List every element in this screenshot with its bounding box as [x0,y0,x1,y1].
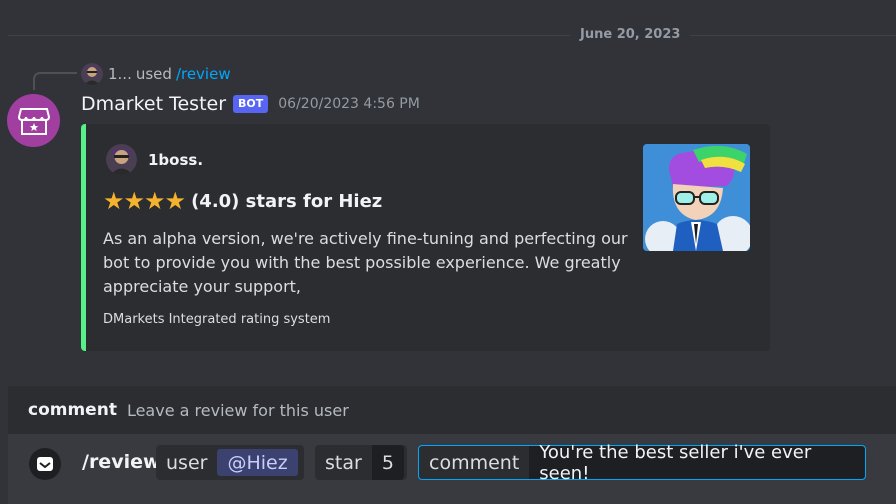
reply-used-text: used [135,65,172,83]
option-star-label: star [325,451,362,474]
star-icon: ★ [103,187,125,215]
option-comment-label: comment [429,451,520,474]
embed-author-name[interactable]: 1boss. [148,151,203,169]
date-divider-label: June 20, 2023 [570,27,691,42]
option-user-label: user [166,451,208,474]
author-name[interactable]: Dmarket Tester [81,93,226,115]
embed-description: As an alpha version, we're actively fine… [103,229,628,296]
embed-author-avatar [106,144,137,175]
hint-option-name: comment [28,400,117,420]
option-user-value[interactable]: @Hiez [217,449,298,476]
option-comment-input[interactable]: You're the best seller i've ever seen! [529,442,865,484]
reply-text: 1... used/review [108,65,231,83]
rating-stars: ★ ★ ★ ★ [103,187,187,215]
embed-author: 1boss. [106,144,203,175]
option-star-value[interactable]: 5 [371,445,404,480]
embed-thumbnail[interactable] [643,144,750,251]
star-icon: ★ [164,187,187,215]
reply-connector [33,72,77,90]
user-avatar-image [106,144,137,175]
option-comment[interactable]: comment You're the best seller i've ever… [418,442,866,484]
hint-option-description: Leave a review for this user [126,400,349,420]
store-icon [17,107,50,135]
star-icon: ★ [144,187,166,215]
date-divider-line [8,35,896,36]
bot-tag: BOT [233,95,269,113]
option-star[interactable]: star 5 [315,445,407,480]
message-timestamp: 06/20/2023 4:56 PM [278,96,420,112]
character-thumbnail-image [643,144,750,251]
user-avatar-image [81,63,103,85]
embed-title-text: (4.0) stars for Hiez [191,190,383,212]
embed-title: ★ ★ ★ ★ (4.0) stars for Hiez [103,189,382,213]
inbox-icon [37,457,53,471]
embed-footer: DMarkets Integrated rating system [103,312,331,327]
bot-avatar[interactable] [7,94,60,147]
star-icon: ★ [123,187,146,215]
slash-command-name[interactable]: /review [82,451,161,473]
reply-username[interactable]: 1... [108,65,132,83]
reply-command-link[interactable]: /review [176,65,231,83]
review-embed: 1boss. ★ ★ ★ ★ (4.0) stars for Hiez As a… [81,124,770,351]
message-input-bar: /review user @Hiez star 5 comment You're… [8,434,896,504]
option-user[interactable]: user @Hiez [156,445,304,480]
reply-avatar[interactable] [81,63,103,85]
message-header: Dmarket Tester BOT 06/20/2023 4:56 PM [81,93,420,115]
command-option-hint: comment Leave a review for this user [8,386,896,434]
app-command-icon[interactable] [29,448,61,480]
